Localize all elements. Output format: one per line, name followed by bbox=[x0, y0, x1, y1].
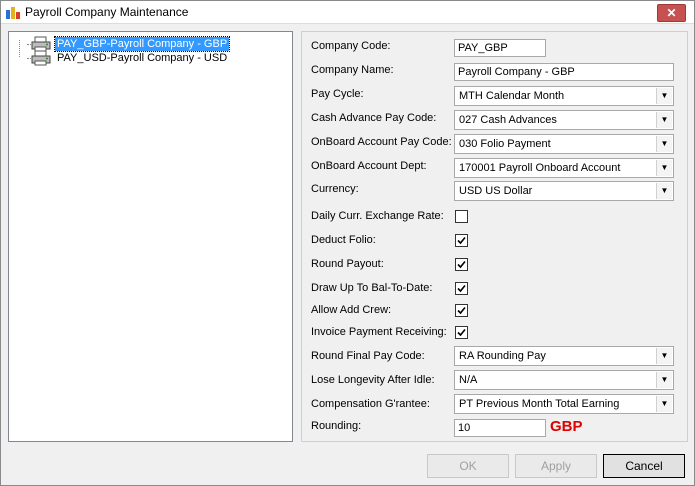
tree-connector bbox=[19, 40, 20, 57]
company-name-label: Company Name: bbox=[311, 64, 394, 76]
chevron-down-icon[interactable]: ▼ bbox=[656, 372, 672, 388]
invoice-payment-label: Invoice Payment Receiving: bbox=[311, 326, 447, 338]
lose-longevity-value: N/A bbox=[459, 374, 478, 386]
checkmark-icon bbox=[457, 328, 466, 337]
round-final-label: Round Final Pay Code: bbox=[311, 350, 425, 362]
round-final-select[interactable]: RA Rounding Pay ▼ bbox=[454, 346, 674, 366]
rounding-label: Rounding: bbox=[311, 420, 362, 432]
round-payout-checkbox[interactable] bbox=[455, 258, 468, 271]
payroll-company-maintenance-window: Payroll Company Maintenance ✕ PAY_GBP-Pa… bbox=[0, 0, 695, 486]
currency-label: Currency: bbox=[311, 183, 359, 195]
apply-button[interactable]: Apply bbox=[515, 454, 597, 478]
rounding-input[interactable]: 10 bbox=[454, 419, 546, 437]
tree-item-label: PAY_USD-Payroll Company - USD bbox=[57, 52, 228, 64]
cash-advance-label: Cash Advance Pay Code: bbox=[311, 112, 437, 124]
chevron-down-icon[interactable]: ▼ bbox=[656, 88, 672, 104]
chevron-down-icon[interactable]: ▼ bbox=[656, 348, 672, 364]
lose-longevity-select[interactable]: N/A ▼ bbox=[454, 370, 674, 390]
checkmark-icon bbox=[457, 260, 466, 269]
onboard-dept-label: OnBoard Account Dept: bbox=[311, 160, 427, 172]
close-button[interactable]: ✕ bbox=[657, 4, 686, 22]
currency-select[interactable]: USD US Dollar ▼ bbox=[454, 181, 674, 201]
allow-add-crew-label: Allow Add Crew: bbox=[311, 304, 392, 316]
onboard-pay-code-select[interactable]: 030 Folio Payment ▼ bbox=[454, 134, 674, 154]
compensation-select[interactable]: PT Previous Month Total Earning ▼ bbox=[454, 394, 674, 414]
chevron-down-icon[interactable]: ▼ bbox=[656, 112, 672, 128]
company-code-label: Company Code: bbox=[311, 40, 391, 52]
tree-item-label: PAY_GBP-Payroll Company - GBP bbox=[53, 36, 231, 52]
rounding-currency-tag: GBP bbox=[550, 418, 583, 435]
invoice-payment-checkbox[interactable] bbox=[455, 326, 468, 339]
compensation-label: Compensation G'rantee: bbox=[311, 398, 430, 410]
compensation-value: PT Previous Month Total Earning bbox=[459, 398, 620, 410]
chevron-down-icon[interactable]: ▼ bbox=[656, 160, 672, 176]
cash-advance-select[interactable]: 027 Cash Advances ▼ bbox=[454, 110, 674, 130]
deduct-folio-checkbox[interactable] bbox=[455, 234, 468, 247]
printer-icon bbox=[31, 50, 51, 66]
round-payout-label: Round Payout: bbox=[311, 258, 384, 270]
checkmark-icon bbox=[457, 236, 466, 245]
company-detail-form: Company Code: PAY_GBP Company Name: Payr… bbox=[301, 31, 688, 442]
company-tree[interactable]: PAY_GBP-Payroll Company - GBP PAY_USD-Pa… bbox=[8, 31, 293, 442]
round-final-value: RA Rounding Pay bbox=[459, 350, 546, 362]
title-bar: Payroll Company Maintenance ✕ bbox=[1, 1, 694, 24]
chevron-down-icon[interactable]: ▼ bbox=[656, 136, 672, 152]
pay-cycle-value: MTH Calendar Month bbox=[459, 90, 565, 102]
pay-cycle-label: Pay Cycle: bbox=[311, 88, 364, 100]
company-name-input[interactable]: Payroll Company - GBP bbox=[454, 63, 674, 81]
payroll-app-icon bbox=[6, 7, 20, 19]
daily-exchange-checkbox[interactable] bbox=[455, 210, 468, 223]
onboard-pay-code-label: OnBoard Account Pay Code: bbox=[311, 136, 452, 148]
checkmark-icon bbox=[457, 284, 466, 293]
onboard-pay-code-value: 030 Folio Payment bbox=[459, 138, 551, 150]
allow-add-crew-checkbox[interactable] bbox=[455, 304, 468, 317]
window-title: Payroll Company Maintenance bbox=[25, 5, 189, 19]
draw-up-checkbox[interactable] bbox=[455, 282, 468, 295]
lose-longevity-label: Lose Longevity After Idle: bbox=[311, 374, 435, 386]
ok-button[interactable]: OK bbox=[427, 454, 509, 478]
pay-cycle-select[interactable]: MTH Calendar Month ▼ bbox=[454, 86, 674, 106]
deduct-folio-label: Deduct Folio: bbox=[311, 234, 376, 246]
company-code-input[interactable]: PAY_GBP bbox=[454, 39, 546, 57]
onboard-dept-select[interactable]: 170001 Payroll Onboard Account ▼ bbox=[454, 158, 674, 178]
chevron-down-icon[interactable]: ▼ bbox=[656, 396, 672, 412]
onboard-dept-value: 170001 Payroll Onboard Account bbox=[459, 162, 621, 174]
checkmark-icon bbox=[457, 306, 466, 315]
currency-value: USD US Dollar bbox=[459, 185, 533, 197]
draw-up-label: Draw Up To Bal-To-Date: bbox=[311, 282, 433, 294]
close-icon: ✕ bbox=[666, 6, 677, 20]
daily-exchange-label: Daily Curr. Exchange Rate: bbox=[311, 210, 444, 222]
cancel-button[interactable]: Cancel bbox=[603, 454, 685, 478]
chevron-down-icon[interactable]: ▼ bbox=[656, 183, 672, 199]
cash-advance-value: 027 Cash Advances bbox=[459, 114, 557, 126]
